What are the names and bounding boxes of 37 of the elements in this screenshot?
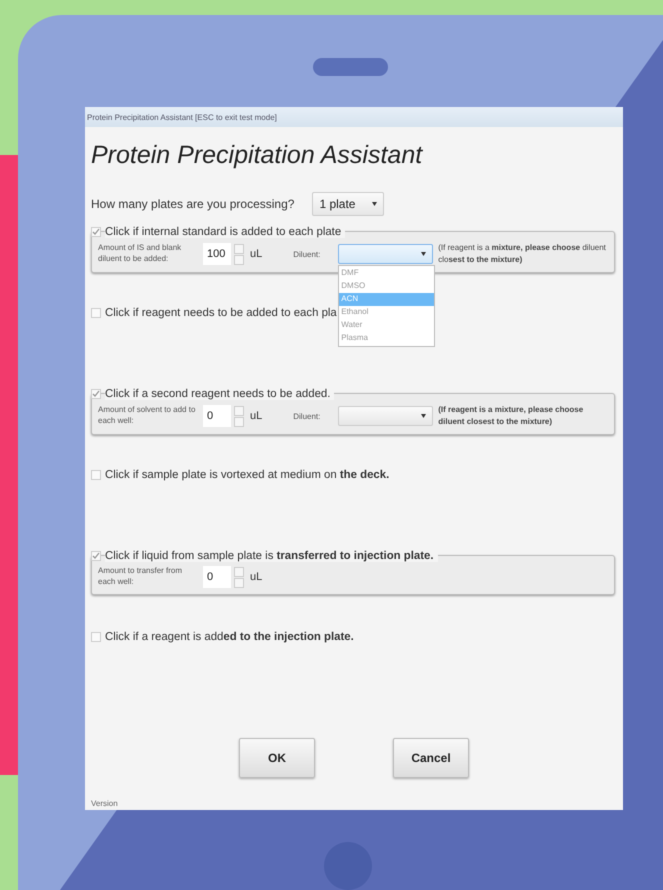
amount-field[interactable]: 100 — [203, 243, 231, 265]
diluent-dropdown[interactable] — [338, 244, 434, 264]
checkbox[interactable] — [91, 470, 101, 480]
checkbox-label: Click if internal standard is added to each plate — [105, 226, 346, 238]
amount-label: Amount to transfer from each well: — [98, 566, 184, 588]
spinner-control[interactable] — [234, 406, 244, 426]
diluent-dropdown[interactable] — [338, 406, 434, 426]
spinner-control[interactable] — [234, 566, 244, 588]
amount-field[interactable]: 0 — [203, 566, 231, 588]
dialog-button[interactable]: Cancel — [393, 738, 469, 778]
caret-icon — [421, 252, 426, 256]
checkbox[interactable] — [91, 551, 101, 561]
unit-label: uL — [250, 248, 262, 260]
caret-icon — [421, 414, 426, 418]
amount-label: Amount of solvent to add to each well: — [98, 405, 196, 427]
amount-label: Amount of IS and blank diluent to be added: — [98, 243, 182, 265]
dialog-button[interactable]: OK — [239, 738, 315, 778]
checkbox[interactable] — [91, 308, 101, 318]
checkbox[interactable] — [91, 389, 101, 399]
dialog-heading: Protein Precipitation Assistant — [91, 141, 424, 170]
diluent-note: (If reagent is a mixture, please choose diluent closest to the mixture) — [438, 242, 607, 266]
diluent-label: Diluent: — [293, 412, 322, 420]
spinner-control[interactable] — [234, 244, 244, 264]
checkbox[interactable] — [91, 632, 101, 642]
diluent-note: (If reagent is a mixture, please choose diluent closest to the mixture) — [438, 404, 584, 428]
checkbox-label: Click if liquid from sample plate is transferred to injection plate. — [105, 550, 438, 562]
amount-field[interactable]: 0 — [203, 405, 231, 427]
unit-label: uL — [250, 571, 262, 583]
diluent-label: Diluent: — [293, 250, 322, 258]
caret-icon — [372, 202, 378, 206]
window-title: Protein Precipitation Assistant [ESC to exit test mode] — [85, 107, 623, 127]
version-label: Version — [91, 799, 119, 810]
checkbox[interactable] — [91, 227, 101, 237]
checkbox-label: Click if a second reagent needs to be added. — [105, 388, 334, 400]
unit-label: uL — [250, 410, 262, 422]
plates-dropdown[interactable]: 1 plate — [312, 192, 384, 216]
plates-question: How many plates are you processing? — [91, 197, 294, 211]
